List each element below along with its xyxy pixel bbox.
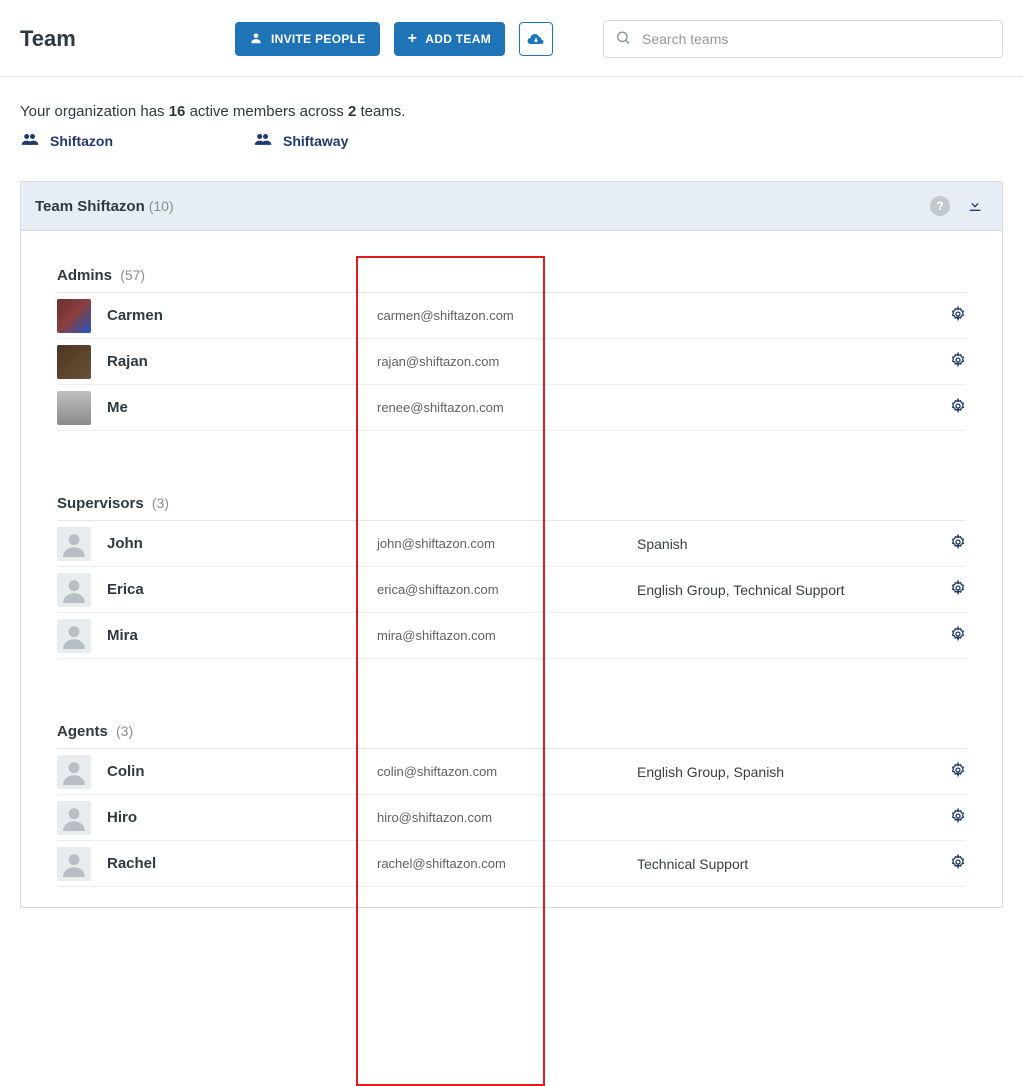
section-title-admins: Admins (57) xyxy=(57,257,966,293)
team-link-shiftaway[interactable]: Shiftaway xyxy=(253,132,348,149)
avatar xyxy=(57,299,91,333)
member-email: john@shiftazon.com xyxy=(377,536,637,551)
member-name: Hiro xyxy=(107,809,137,826)
gear-icon[interactable] xyxy=(950,306,966,322)
search-icon xyxy=(615,30,631,49)
page-title: Team xyxy=(20,26,76,52)
member-email: rachel@shiftazon.com xyxy=(377,856,637,871)
team-link-shiftazon[interactable]: Shiftazon xyxy=(20,132,113,149)
gear-icon[interactable] xyxy=(950,398,966,414)
gear-icon[interactable] xyxy=(950,580,966,596)
download-icon[interactable] xyxy=(966,197,984,216)
avatar xyxy=(57,391,91,425)
member-email: colin@shiftazon.com xyxy=(377,764,637,779)
team-icon xyxy=(253,132,273,149)
help-icon[interactable]: ? xyxy=(930,196,950,216)
avatar xyxy=(57,345,91,379)
member-name: Rachel xyxy=(107,855,156,872)
member-name: Colin xyxy=(107,763,145,780)
panel-count: (10) xyxy=(149,198,174,214)
cloud-download-button[interactable] xyxy=(519,22,553,56)
invite-people-button[interactable]: INVITE PEOPLE xyxy=(235,22,380,56)
member-name: Mira xyxy=(107,627,138,644)
member-email: hiro@shiftazon.com xyxy=(377,810,637,825)
invite-people-label: INVITE PEOPLE xyxy=(271,32,366,46)
team-link-label: Shiftaway xyxy=(283,133,348,149)
table-row[interactable]: Carmen carmen@shiftazon.com xyxy=(57,293,966,339)
gear-icon[interactable] xyxy=(950,854,966,870)
table-row[interactable]: John john@shiftazon.com Spanish xyxy=(57,521,966,567)
table-row[interactable]: Colin colin@shiftazon.com English Group,… xyxy=(57,749,966,795)
member-name: Carmen xyxy=(107,307,163,324)
member-name: Erica xyxy=(107,581,144,598)
member-tags: English Group, Technical Support xyxy=(637,582,926,598)
table-row[interactable]: Rachel rachel@shiftazon.com Technical Su… xyxy=(57,841,966,887)
gear-icon[interactable] xyxy=(950,534,966,550)
org-summary: Your organization has 16 active members … xyxy=(0,77,1023,132)
team-link-label: Shiftazon xyxy=(50,133,113,149)
member-email: renee@shiftazon.com xyxy=(377,400,637,415)
section-title-supervisors: Supervisors (3) xyxy=(57,485,966,521)
section-title-agents: Agents (3) xyxy=(57,713,966,749)
member-name: John xyxy=(107,535,143,552)
avatar xyxy=(57,801,91,835)
avatar xyxy=(57,847,91,881)
member-name: Me xyxy=(107,399,128,416)
gear-icon[interactable] xyxy=(950,626,966,642)
member-name: Rajan xyxy=(107,353,148,370)
add-team-button[interactable]: + ADD TEAM xyxy=(394,22,505,56)
panel-title: Team Shiftazon xyxy=(35,198,145,215)
table-row[interactable]: Mira mira@shiftazon.com xyxy=(57,613,966,659)
gear-icon[interactable] xyxy=(950,762,966,778)
gear-icon[interactable] xyxy=(950,808,966,824)
plus-icon: + xyxy=(408,31,418,47)
person-icon xyxy=(249,31,263,48)
table-row[interactable]: Me renee@shiftazon.com xyxy=(57,385,966,431)
avatar xyxy=(57,527,91,561)
member-email: carmen@shiftazon.com xyxy=(377,308,637,323)
team-icon xyxy=(20,132,40,149)
table-row[interactable]: Erica erica@shiftazon.com English Group,… xyxy=(57,567,966,613)
cloud-download-icon xyxy=(527,31,545,48)
member-email: erica@shiftazon.com xyxy=(377,582,637,597)
table-row[interactable]: Rajan rajan@shiftazon.com xyxy=(57,339,966,385)
member-email: mira@shiftazon.com xyxy=(377,628,637,643)
search-input[interactable] xyxy=(603,20,1003,58)
member-tags: Spanish xyxy=(637,536,926,552)
gear-icon[interactable] xyxy=(950,352,966,368)
member-tags: Technical Support xyxy=(637,856,926,872)
avatar xyxy=(57,573,91,607)
member-email: rajan@shiftazon.com xyxy=(377,354,637,369)
avatar xyxy=(57,755,91,789)
avatar xyxy=(57,619,91,653)
add-team-label: ADD TEAM xyxy=(425,32,491,46)
member-tags: English Group, Spanish xyxy=(637,764,926,780)
table-row[interactable]: Hiro hiro@shiftazon.com xyxy=(57,795,966,841)
